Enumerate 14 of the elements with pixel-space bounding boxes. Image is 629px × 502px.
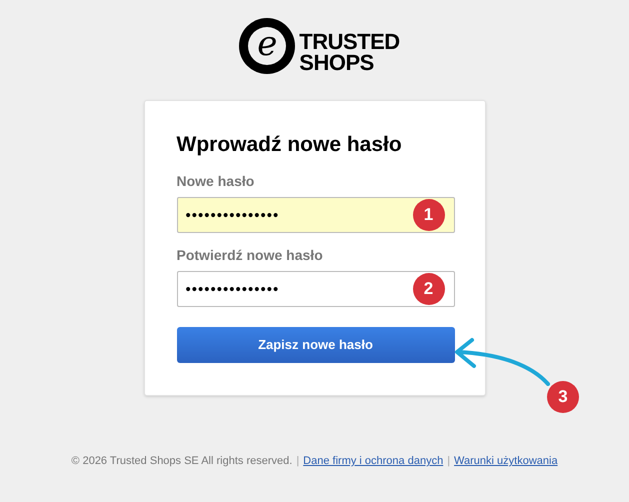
separator: | xyxy=(296,454,300,469)
logo-text: SHOPS xyxy=(299,52,375,73)
step-badge: 3 xyxy=(547,381,579,413)
form-title: Wprowadź nowe hasło xyxy=(176,132,403,158)
logo-mark: e xyxy=(239,18,296,74)
footer-link[interactable]: Warunki użytkowania xyxy=(454,453,558,470)
field-label: Nowe hasło xyxy=(176,172,256,191)
field-label: Potwierdź nowe hasło xyxy=(176,246,324,265)
copyright-text: © 2026 Trusted Shops SE All rights reserved. xyxy=(71,454,292,469)
footer-link[interactable]: Dane firmy i ochrona danych xyxy=(303,453,444,470)
submit-button[interactable]: Zapisz nowe hasło xyxy=(176,327,454,363)
separator: | xyxy=(447,454,450,469)
logo-text: TRUSTED xyxy=(299,31,400,52)
arrow-icon xyxy=(452,336,550,386)
